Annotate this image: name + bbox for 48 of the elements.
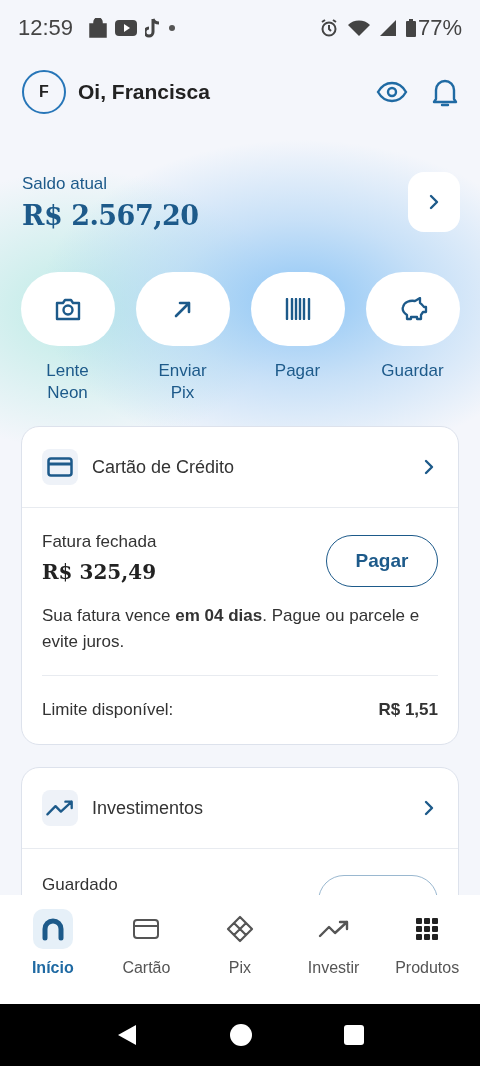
balance-label: Saldo atual	[22, 173, 109, 194]
balance-amount: R$ 2.567,20	[22, 199, 200, 231]
grid-icon	[416, 918, 439, 940]
camera-icon	[53, 296, 82, 322]
nav-tab[interactable]: Início	[6, 909, 99, 977]
bell-icon[interactable]	[432, 77, 458, 107]
nav-tab[interactable]: Pix	[194, 909, 286, 977]
eye-icon[interactable]	[376, 81, 408, 103]
shopping-bag-icon	[89, 18, 108, 38]
limit-label: Limite disponível:	[42, 700, 174, 720]
barcode-icon	[284, 298, 311, 320]
alarm-icon	[319, 19, 338, 37]
video-play-icon	[115, 20, 138, 36]
saved-label: Guardado	[42, 875, 118, 895]
invoice-amount: R$ 325,49	[42, 560, 157, 584]
arrow-up-right-icon	[172, 299, 193, 319]
card-icon	[132, 918, 161, 940]
card-icon	[47, 457, 73, 477]
card-title[interactable]: Cartão de Crédito	[92, 456, 410, 478]
card-title[interactable]: Investimentos	[92, 797, 410, 819]
action-label: Enviar Pix	[157, 360, 208, 404]
action-label: Guardar	[381, 360, 444, 382]
trend-up-icon	[317, 919, 350, 939]
music-note-icon	[145, 18, 162, 38]
dot-icon	[169, 25, 176, 31]
action-label: Pagar	[274, 360, 321, 382]
signal-icon	[379, 20, 396, 36]
invoice-message: Sua fatura vence em 04 dias. Pague ou parcele e evite juros.	[42, 603, 438, 676]
nav-tab[interactable]: Investir	[287, 909, 380, 977]
battery-icon	[405, 19, 416, 37]
status-time: 12:59	[18, 15, 74, 41]
avatar[interactable]: F	[22, 70, 66, 114]
action-label: Lente Neon	[45, 360, 90, 404]
trend-up-icon	[45, 799, 75, 817]
chevron-right-icon	[424, 459, 434, 475]
wifi-icon	[347, 20, 370, 36]
chevron-right-icon	[424, 800, 434, 816]
greeting: Oi, Francisca	[78, 80, 211, 104]
nav-tab[interactable]: Cartão	[100, 909, 193, 977]
pay-button[interactable]: Pagar	[326, 535, 438, 587]
home-icon[interactable]	[229, 1023, 253, 1047]
nav-tab[interactable]: Produtos	[381, 909, 474, 977]
chevron-right-icon	[429, 194, 439, 210]
limit-value: R$ 1,51	[378, 700, 438, 720]
battery-percent: 77%	[417, 15, 462, 41]
recents-icon[interactable]	[344, 1025, 365, 1045]
invoice-status: Fatura fechada	[42, 532, 157, 552]
pix-icon	[226, 915, 254, 943]
